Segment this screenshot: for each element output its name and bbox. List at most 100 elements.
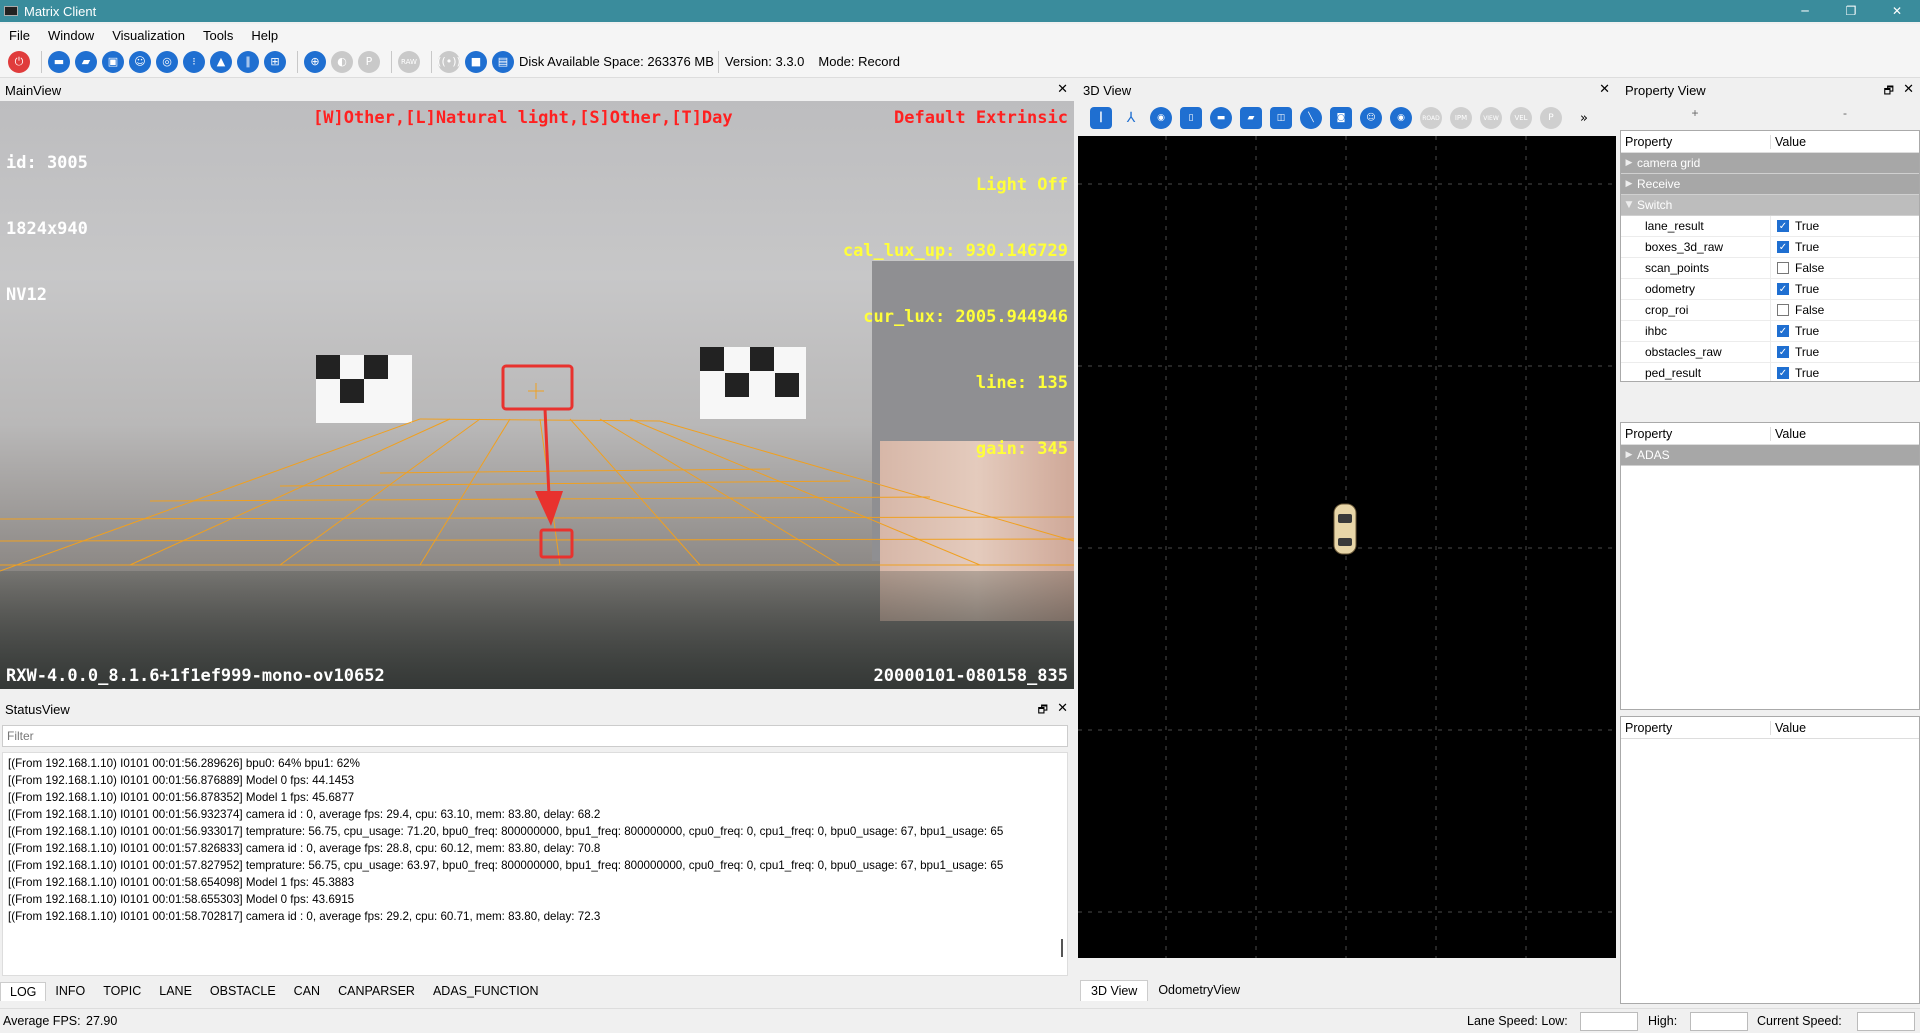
mainview-title: MainView <box>5 82 62 98</box>
lane-icon[interactable]: ∥ <box>237 50 259 73</box>
frame-id-label: id: 3005 <box>6 153 88 173</box>
log-output[interactable]: [(From 192.168.1.10) I0101 00:01:56.2896… <box>2 752 1068 976</box>
camera-icon[interactable]: ◙ <box>1330 107 1352 129</box>
signal-icon[interactable]: ((•)) <box>437 50 461 73</box>
log-filter-input[interactable]: Filter <box>2 725 1068 747</box>
checkbox[interactable] <box>1777 262 1789 274</box>
tab-topic[interactable]: TOPIC <box>94 982 150 1000</box>
current-speed-input[interactable] <box>1857 1012 1915 1031</box>
property-row[interactable]: scan_points False <box>1621 257 1919 279</box>
bicycle-icon[interactable]: ◎ <box>156 50 178 73</box>
power-icon[interactable]: ⏻ <box>8 50 30 73</box>
property-value: False <box>1771 261 1824 275</box>
road-icon[interactable]: ROAD <box>1420 107 1442 129</box>
tab-info[interactable]: INFO <box>46 982 94 1000</box>
tab-canparser[interactable]: CANPARSER <box>329 982 424 1000</box>
traffic-light-icon[interactable]: ⁝ <box>183 50 205 73</box>
line-label: line: 135 <box>975 373 1068 393</box>
eye-icon[interactable]: ◉ <box>1390 107 1412 129</box>
record-video-icon[interactable]: ■ <box>465 50 487 73</box>
raw-icon[interactable]: RAW <box>398 50 420 73</box>
checkbox[interactable]: ✓ <box>1777 367 1789 379</box>
log-scrollbar[interactable] <box>1061 939 1063 957</box>
remove-property-button[interactable]: - <box>1770 106 1920 124</box>
tab-adas-function[interactable]: ADAS_FUNCTION <box>424 982 548 1000</box>
menu-window[interactable]: Window <box>39 28 103 43</box>
checkbox[interactable]: ✓ <box>1777 220 1789 232</box>
log-line: [(From 192.168.1.10) I0101 00:01:56.9330… <box>8 825 1004 838</box>
pedestrian-icon[interactable]: ☺ <box>129 50 151 73</box>
phone-icon[interactable]: ▯ <box>1180 107 1202 129</box>
tab-log[interactable]: LOG <box>0 981 47 1001</box>
car-side-icon[interactable]: ▰ <box>75 50 97 73</box>
property-table-adas: Property Value ▶ ADAS <box>1620 422 1920 710</box>
property-column-header: Property <box>1621 134 1771 149</box>
property-row[interactable]: obstacles_raw ✓ True <box>1621 341 1919 363</box>
camera-view[interactable]: id: 3005 1824x940 NV12 [W]Other,[L]Natur… <box>0 101 1074 689</box>
log-line: [(From 192.168.1.10) I0101 00:01:57.8268… <box>8 842 601 855</box>
float-icon[interactable]: 🗗 <box>1038 701 1048 720</box>
bus-icon[interactable]: ▣ <box>102 50 124 73</box>
property-row[interactable]: odometry ✓ True <box>1621 278 1919 300</box>
warning-sign-icon[interactable]: ▲ <box>210 50 232 73</box>
view3d-canvas[interactable] <box>1078 136 1616 958</box>
high-speed-input[interactable] <box>1690 1012 1748 1031</box>
lane-speed-low-input[interactable] <box>1580 1012 1638 1031</box>
tab-obstacle[interactable]: OBSTACLE <box>201 982 285 1000</box>
lane-view-icon[interactable]: ┃ <box>1090 107 1112 129</box>
menu-tools[interactable]: Tools <box>194 28 242 43</box>
menu-help[interactable]: Help <box>242 28 287 43</box>
minimize-button[interactable]: ─ <box>1782 0 1828 22</box>
toolbar-separator <box>717 50 719 73</box>
float-icon[interactable]: 🗗 <box>1884 82 1894 101</box>
checkbox[interactable] <box>1777 304 1789 316</box>
ipm-icon[interactable]: IPM <box>1450 107 1472 129</box>
view-icon[interactable]: VIEW <box>1480 107 1502 129</box>
storage-icon[interactable]: ▤ <box>492 50 514 73</box>
property-row[interactable]: ped_result ✓ True <box>1621 362 1919 381</box>
group-row[interactable]: ▼ Switch <box>1621 195 1919 216</box>
tab-odometry-view[interactable]: OdometryView <box>1148 980 1250 1001</box>
person-icon[interactable]: ☺ <box>1360 107 1382 129</box>
more-tools-icon[interactable]: » <box>1580 111 1588 126</box>
grid-icon[interactable]: ⊕ <box>304 50 326 73</box>
checkbox[interactable]: ✓ <box>1777 346 1789 358</box>
checkbox[interactable]: ✓ <box>1777 283 1789 295</box>
group-row[interactable]: ▶ camera grid <box>1621 153 1919 174</box>
statusview-close-icon[interactable]: ✕ <box>1057 701 1068 716</box>
freespace-icon[interactable]: ◐ <box>331 50 353 73</box>
parking-view-icon[interactable]: P <box>1540 107 1562 129</box>
group-row[interactable]: ▶ ADAS <box>1621 445 1919 466</box>
maximize-button[interactable]: ❐ <box>1828 0 1874 22</box>
mainview-close-icon[interactable]: ✕ <box>1057 82 1068 97</box>
checkbox[interactable]: ✓ <box>1777 325 1789 337</box>
group-row[interactable]: ▶ Receive <box>1621 174 1919 195</box>
add-property-button[interactable]: + <box>1620 106 1770 124</box>
view3d-close-icon[interactable]: ✕ <box>1599 82 1610 97</box>
tracking-icon[interactable]: ◫ <box>1270 107 1292 129</box>
vehicle-front-icon[interactable]: ▬ <box>1210 107 1232 129</box>
fps-value: 27.90 <box>86 1014 118 1028</box>
property-row[interactable]: ihbc ✓ True <box>1621 320 1919 342</box>
checkbox[interactable]: ✓ <box>1777 241 1789 253</box>
velocity-icon[interactable]: VEL <box>1510 107 1532 129</box>
menu-visualization[interactable]: Visualization <box>103 28 194 43</box>
property-row[interactable]: boxes_3d_raw ✓ True <box>1621 236 1919 258</box>
camera-pose-icon[interactable]: ◉ <box>1150 107 1172 129</box>
property-value-text: True <box>1795 240 1820 254</box>
car-icon[interactable]: ▰ <box>1240 107 1262 129</box>
close-button[interactable]: ✕ <box>1874 0 1920 22</box>
property-row[interactable]: crop_roi False <box>1621 299 1919 321</box>
tab-can[interactable]: CAN <box>285 982 329 1000</box>
line-tool-icon[interactable]: ╲ <box>1300 107 1322 129</box>
property-table-empty: Property Value <box>1620 716 1920 1004</box>
road-network-icon[interactable]: ⊞ <box>264 50 286 73</box>
tab-3d-view[interactable]: 3D View <box>1080 980 1149 1001</box>
parking-icon[interactable]: P <box>358 50 380 73</box>
menu-file[interactable]: File <box>0 28 39 43</box>
property-row[interactable]: lane_result ✓ True <box>1621 215 1919 237</box>
axes-icon[interactable]: ⅄ <box>1120 107 1142 129</box>
propview-close-icon[interactable]: ✕ <box>1903 82 1914 97</box>
car-front-icon[interactable]: ▬ <box>48 50 70 73</box>
tab-lane[interactable]: LANE <box>150 982 201 1000</box>
